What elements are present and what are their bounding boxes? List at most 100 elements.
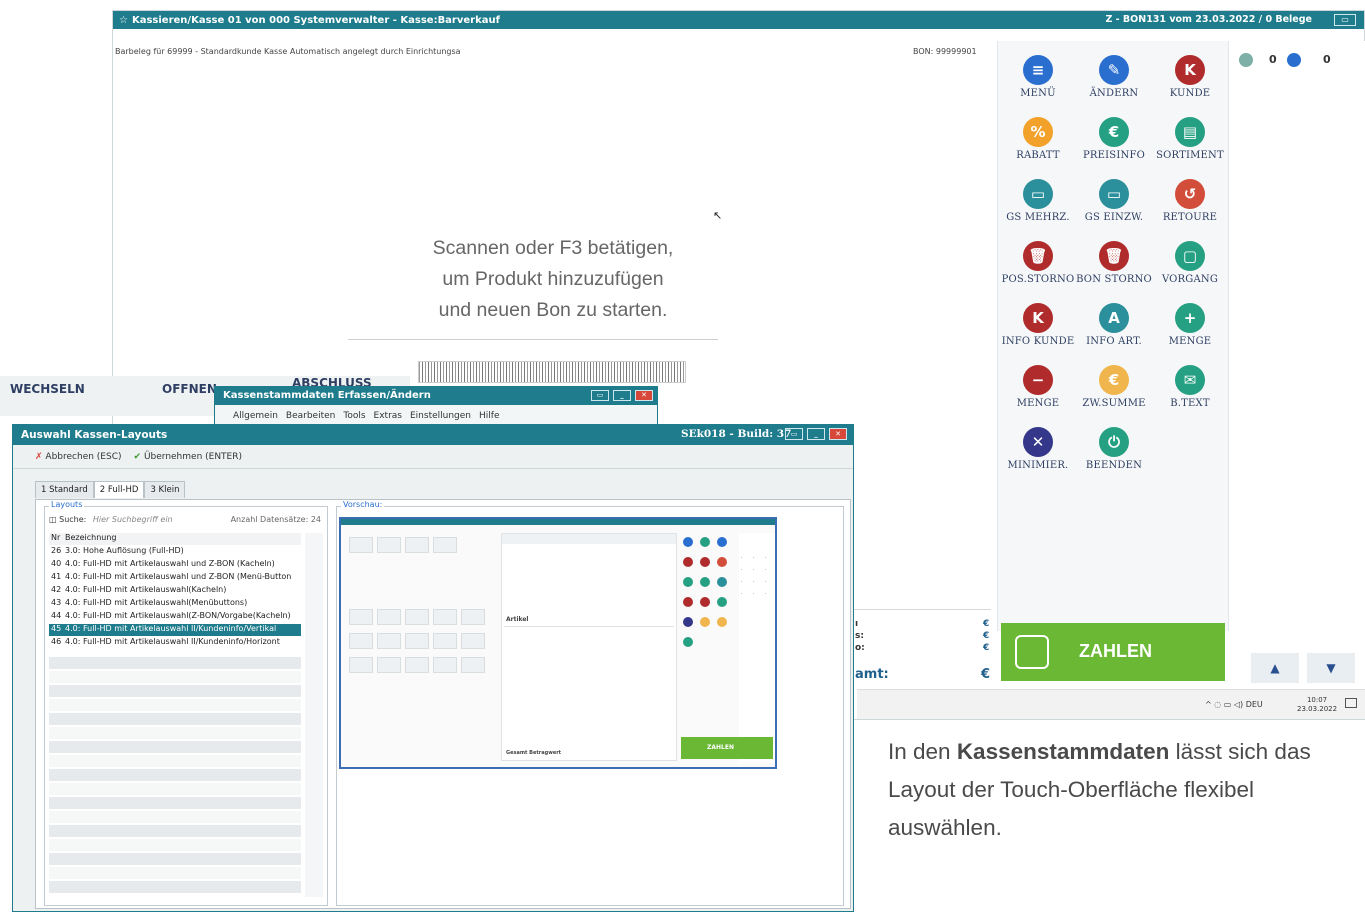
function-icon: K [1023,303,1053,333]
function-label: GS MEHRZ. [1006,212,1070,223]
total-currency: € [981,667,991,682]
function-button-sortiment[interactable]: ▤ SORTIMENT [1152,113,1228,171]
function-button-menü[interactable]: ≡ MENÜ [1000,51,1076,109]
list-item[interactable]: 41 4.0: Full-HD mit Artikelauswahl und Z-… [49,572,301,584]
preview-legend: Vorschau: [341,500,385,509]
search-row: ◫ Suche: Hier Suchbegriff ein Anzahl Dat… [49,515,325,529]
preview-key: · [765,567,767,573]
preview-function-dot [717,597,727,607]
menu-hilfe[interactable]: Hilfe [479,411,499,421]
scroll-down-button[interactable]: ▼ [1307,653,1355,683]
function-label: B.TEXT [1170,398,1210,409]
restore-window-icon[interactable]: ▭ [1334,14,1356,26]
build-label: SEk018 - Build: 37 [681,428,792,440]
close-icon[interactable]: ✕ [635,390,653,401]
function-button-kunde[interactable]: K KUNDE [1152,51,1228,109]
preview-tile [349,537,373,553]
layout-preview-thumbnail: Artikel Gesamt Betragwert · · · · · · · · · · · · Z… [339,517,777,769]
tab-full-hd[interactable]: 2 Full-HD [93,481,145,498]
menu-bearbeiten[interactable]: Bearbeiten [286,411,335,421]
function-button-retoure[interactable]: ↺ RETOURE [1152,175,1228,233]
system-tray[interactable]: ^ ◌ ▭ ◁) DEU [1205,700,1263,709]
preview-tile [377,633,401,649]
function-button-menge[interactable]: + MENGE [1152,299,1228,357]
restore-icon[interactable]: ▭ [591,390,609,401]
zahlen-button[interactable]: ZAHLEN [1001,623,1225,681]
list-scrollbar[interactable] [305,533,323,897]
zahlen-label: ZAHLEN [1079,641,1152,661]
function-button-info-kunde[interactable]: K INFO KUNDE [1000,299,1076,357]
function-label: ÄNDERN [1089,88,1139,99]
preview-key: · [765,555,767,561]
preview-tile [405,537,429,553]
preview-function-dot [717,617,727,627]
receipt-info: Barbeleg für 69999 - Standardkunde Kasse… [115,47,461,56]
function-button-zw-summe[interactable]: € ZW.SUMME [1076,361,1152,419]
list-item[interactable]: 26 3.0: Hohe Auflösung (Full-HD) [49,546,301,558]
cancel-button[interactable]: ✗ Abbrechen (ESC) [35,452,122,462]
minimize-icon[interactable]: _ [807,428,825,440]
tab-standard[interactable]: 1 Standard [35,481,94,498]
restore-icon[interactable]: ▭ [785,428,803,440]
menu-tools[interactable]: Tools [343,411,365,421]
preview-function-dot [683,537,693,547]
list-item[interactable]: 40 4.0: Full-HD mit Artikelauswahl und Z-… [49,559,301,571]
window-icon: ☆ [119,14,128,26]
function-button-beenden[interactable]: ⏻ BEENDEN [1076,423,1152,481]
list-item[interactable]: 43 4.0: Full-HD mit Artikelauswahl(Menübu… [49,598,301,610]
offnen-button[interactable]: OFFNEN [162,382,217,396]
empty-list-row [49,713,301,725]
function-label: BON STORNO [1076,274,1152,285]
record-count: Anzahl Datensätze: 24 [230,515,321,524]
search-icon: ◫ [49,515,57,524]
function-label: GS EINZW. [1084,212,1144,223]
function-button-gs-mehrz-[interactable]: ▭ GS MEHRZ. [1000,175,1076,233]
tab-klein[interactable]: 3 Klein [144,481,186,498]
function-button-b-text[interactable]: ✉ B.TEXT [1152,361,1228,419]
wechseln-button[interactable]: WECHSELN [10,382,85,396]
list-item[interactable]: 46 4.0: Full-HD mit Artikelauswahl II/Kun… [49,637,301,649]
total-row-1: ı € [855,619,990,629]
function-label: VORGANG [1161,274,1219,285]
function-icon: + [1175,303,1205,333]
menu-extras[interactable]: Extras [374,411,402,421]
preview-tile [349,657,373,673]
notification-icon[interactable] [1345,698,1357,708]
menu-allgemein[interactable]: Allgemein [233,411,278,421]
mouse-cursor-icon: ↖ [713,209,723,222]
preview-function-dot [683,637,693,647]
list-item[interactable]: 44 4.0: Full-HD mit Artikelauswahl(Z-BON/… [49,611,301,623]
function-button-vorgang[interactable]: ▢ VORGANG [1152,237,1228,295]
list-item[interactable]: 42 4.0: Full-HD mit Artikelauswahl(Kachel… [49,585,301,597]
pos-window-title: Kassieren/Kasse 01 von 000 Systemverwalt… [131,14,500,26]
barcode-icon [418,361,686,383]
preview-function-dot [700,597,710,607]
preview-function-dot [683,597,693,607]
function-button-preisinfo[interactable]: € PREISINFO [1076,113,1152,171]
function-button-minimier-[interactable]: ✕ MINIMIER. [1000,423,1076,481]
function-button-bon-storno[interactable]: 🗑 BON STORNO [1076,237,1152,295]
function-button-info-art-[interactable]: A INFO ART. [1076,299,1152,357]
apply-button[interactable]: ✔ Übernehmen (ENTER) [134,452,243,462]
function-button-menge[interactable]: − MENGE [1000,361,1076,419]
list-item-selected[interactable]: 45 4.0: Full-HD mit Artikelauswahl II/Kun… [49,624,301,636]
function-button-gs-einzw-[interactable]: ▭ GS EINZW. [1076,175,1152,233]
taskbar-clock[interactable]: 10:07 23.03.2022 [1297,696,1337,714]
scroll-up-button[interactable]: ▲ [1251,653,1299,683]
function-button-ändern[interactable]: ✎ ÄNDERN [1076,51,1152,109]
close-icon[interactable]: ✕ [829,428,847,440]
preview-function-dot [700,577,710,587]
minimize-icon[interactable]: _ [613,390,631,401]
preview-tile [405,657,429,673]
function-label: KUNDE [1169,88,1211,99]
total-row-3: o: € [855,643,990,653]
preview-key: · [753,555,755,561]
function-button-rabatt[interactable]: % RABATT [1000,113,1076,171]
function-label: INFO ART. [1086,336,1142,347]
search-input[interactable]: Hier Suchbegriff ein [93,515,173,524]
menu-einstellungen[interactable]: Einstellungen [410,411,471,421]
layout-dialog-title: Auswahl Kassen-Layouts [21,429,168,441]
function-icon: ▤ [1175,117,1205,147]
function-button-pos-storno[interactable]: 🗑 POS.STORNO [1000,237,1076,295]
empty-list-row [49,811,301,823]
